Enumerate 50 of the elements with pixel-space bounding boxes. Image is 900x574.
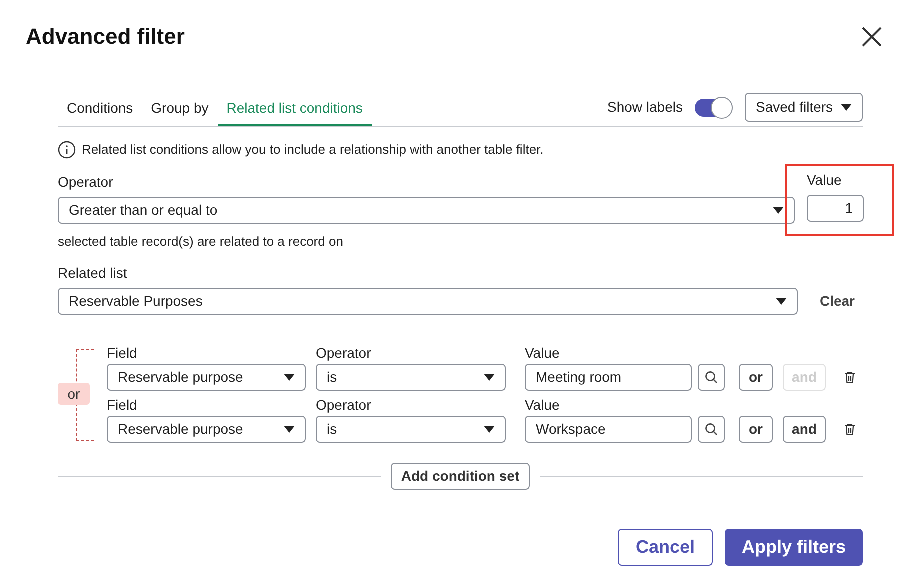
saved-filters-button[interactable]: Saved filters	[745, 93, 863, 122]
value-field[interactable]: 1	[807, 194, 864, 222]
operator-select[interactable]: is	[316, 364, 506, 391]
show-labels-toggle[interactable]	[695, 98, 731, 116]
field-select[interactable]: Reservable purpose	[107, 416, 306, 443]
or-button[interactable]: or	[739, 364, 773, 391]
tab[interactable]: Related list conditions	[218, 96, 372, 126]
related-list-select[interactable]: Reservable Purposes	[58, 288, 798, 315]
caret-icon	[841, 104, 852, 111]
trash-icon[interactable]	[844, 371, 856, 384]
operator-select[interactable]: Greater than or equal to	[58, 196, 795, 224]
caret-icon	[484, 426, 495, 433]
value-label: Value	[807, 170, 843, 190]
caret-icon	[284, 426, 295, 433]
related-list-label: Related list	[58, 264, 128, 283]
operator-label: Operator	[316, 344, 372, 363]
operator-label: Operator	[58, 172, 114, 192]
close-icon[interactable]	[862, 26, 882, 46]
caret-icon	[773, 206, 784, 214]
value-label: Value	[525, 344, 561, 363]
relation-text: selected table record(s) are related to a record on	[58, 232, 344, 251]
field-label: Field	[107, 344, 138, 363]
search-button[interactable]	[698, 364, 725, 391]
tab[interactable]: Conditions	[58, 96, 142, 126]
info-text: Related list conditions allow you to include a relationship with another table filter.	[82, 141, 544, 159]
add-condition-set-button[interactable]: Add condition set	[391, 463, 530, 490]
field-select[interactable]: Reservable purpose	[107, 364, 306, 391]
show-labels-label: Show labels	[608, 98, 683, 117]
and-button[interactable]: and	[783, 416, 826, 443]
value-label: Value	[525, 396, 561, 415]
operator-label: Operator	[316, 396, 372, 415]
caret-icon	[284, 374, 295, 381]
dialog-title: Advanced filter	[26, 23, 185, 51]
operator-select[interactable]: is	[316, 416, 506, 443]
group-connector: or	[58, 383, 90, 405]
search-button[interactable]	[698, 416, 725, 443]
search-icon	[705, 423, 718, 436]
apply-filters-button[interactable]: Apply filters	[725, 529, 863, 566]
search-icon	[705, 371, 718, 384]
clear-button[interactable]: Clear	[820, 291, 863, 312]
value-field[interactable]: Meeting room	[525, 364, 692, 391]
trash-icon[interactable]	[844, 423, 856, 436]
info-icon	[58, 140, 76, 159]
caret-icon	[484, 374, 495, 381]
field-label: Field	[107, 396, 138, 415]
or-button[interactable]: or	[739, 416, 773, 443]
cancel-button[interactable]: Cancel	[618, 529, 713, 566]
value-field[interactable]: Workspace	[525, 416, 692, 443]
tab[interactable]: Group by	[142, 96, 218, 126]
caret-icon	[776, 298, 787, 305]
